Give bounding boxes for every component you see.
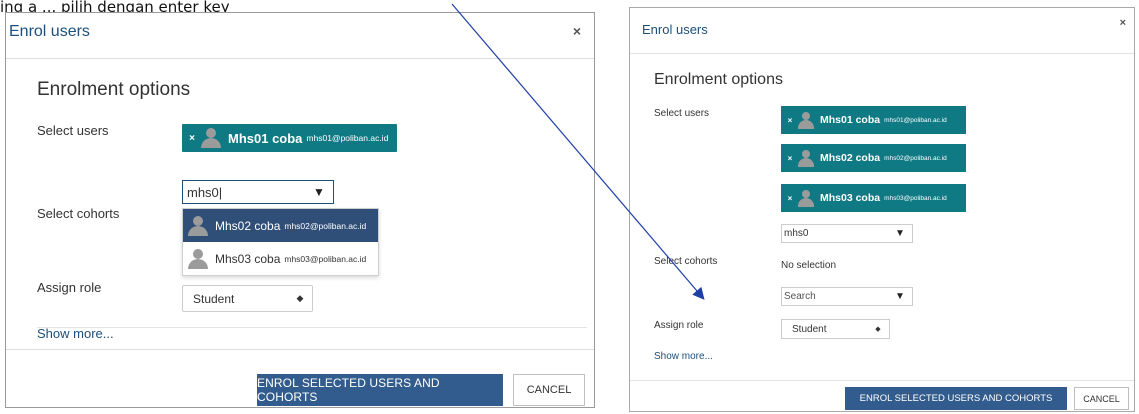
close-icon[interactable]: × [1120,17,1126,29]
dialog-header: Enrol users × [6,13,594,59]
select-arrow-icon: ◆ [296,293,304,303]
suggestion-item[interactable]: Mhs03 coba mhs03@poliban.ac.id [183,242,378,275]
user-suggestions-dropdown: Mhs02 coba mhs02@poliban.ac.id Mhs03 cob… [182,208,379,276]
divider [37,327,587,328]
avatar-icon [187,215,209,236]
section-title: Enrolment options [654,71,783,88]
show-more-link[interactable]: Show more... [654,351,713,362]
section-title: Enrolment options [37,79,191,100]
suggestion-item[interactable]: Mhs02 coba mhs02@poliban.ac.id [183,209,378,242]
user-search-input[interactable]: mhs0 ▼ [781,224,913,243]
role-value: Student [792,323,827,335]
cancel-button[interactable]: CANCEL [1074,387,1129,410]
select-cohorts-label: Select cohorts [654,256,718,267]
cancel-button[interactable]: CANCEL [513,374,585,406]
user-email: mhs03@poliban.ac.id [884,194,947,202]
role-select[interactable]: Student ◆ [781,319,890,339]
selected-user-chip[interactable]: × Mhs01 coba mhs01@poliban.ac.id [182,124,397,152]
select-users-label: Select users [37,123,109,138]
enrol-selected-button[interactable]: ENROL SELECTED USERS AND COHORTS [845,387,1067,410]
search-value: mhs0| [187,184,223,200]
dialog-title: Enrol users [9,23,90,40]
selected-user-chip[interactable]: × Mhs01 coba mhs01@poliban.ac.id [781,106,966,134]
selected-user-chip[interactable]: × Mhs03 coba mhs03@poliban.ac.id [781,184,966,212]
enrol-users-dialog-left: Enrol users × Enrolment options Select u… [5,12,595,408]
assign-role-label: Assign role [654,320,704,331]
remove-icon[interactable]: × [783,154,797,163]
enrol-selected-button[interactable]: ENROL SELECTED USERS AND COHORTS [257,374,503,406]
remove-icon[interactable]: × [783,116,797,125]
close-icon[interactable]: × [573,23,581,39]
user-search-input[interactable]: mhs0| ▼ [182,180,334,204]
avatar-icon [797,149,815,167]
user-email: mhs02@poliban.ac.id [884,154,947,162]
cohort-search-placeholder: Search [784,291,816,302]
cohorts-no-selection: No selection [781,260,837,271]
show-more-link[interactable]: Show more... [37,326,114,341]
role-value: Student [193,291,235,306]
user-name: Mhs03 coba [820,192,881,204]
dropdown-arrow-icon[interactable]: ▼ [888,228,912,239]
avatar-icon [797,189,815,207]
suggestion-email: mhs02@poliban.ac.id [284,220,367,231]
select-arrow-icon: ◆ [875,326,881,333]
avatar-icon [187,248,209,269]
select-cohorts-label: Select cohorts [37,206,120,221]
role-select[interactable]: Student ◆ [182,285,313,312]
select-users-label: Select users [654,108,710,119]
suggestion-name: Mhs03 coba [215,251,281,266]
assign-role-label: Assign role [37,280,102,295]
remove-icon[interactable]: × [184,133,200,144]
remove-icon[interactable]: × [783,194,797,203]
user-email: mhs01@poliban.ac.id [306,133,389,143]
search-value: mhs0 [784,228,809,239]
screenshot-stage: ing a ... pilih dengan enter key Enrol u… [0,0,1139,414]
dialog-title: Enrol users [642,22,708,37]
suggestion-name: Mhs02 coba [215,218,281,233]
cohort-search-input[interactable]: Search ▼ [781,287,913,306]
avatar-icon [797,111,815,129]
user-name: Mhs01 coba [820,114,881,126]
dropdown-arrow-icon[interactable]: ▼ [888,291,912,302]
suggestion-email: mhs03@poliban.ac.id [284,253,367,264]
user-email: mhs01@poliban.ac.id [884,116,947,124]
user-name: Mhs02 coba [820,152,881,164]
user-name: Mhs01 coba [228,130,303,146]
avatar-icon [200,128,222,148]
dialog-header: Enrol users × [630,8,1134,54]
selected-user-chip[interactable]: × Mhs02 coba mhs02@poliban.ac.id [781,144,966,172]
enrol-users-dialog-right: Enrol users × Enrolment options Select u… [629,7,1135,412]
dropdown-arrow-icon[interactable]: ▼ [305,185,333,199]
